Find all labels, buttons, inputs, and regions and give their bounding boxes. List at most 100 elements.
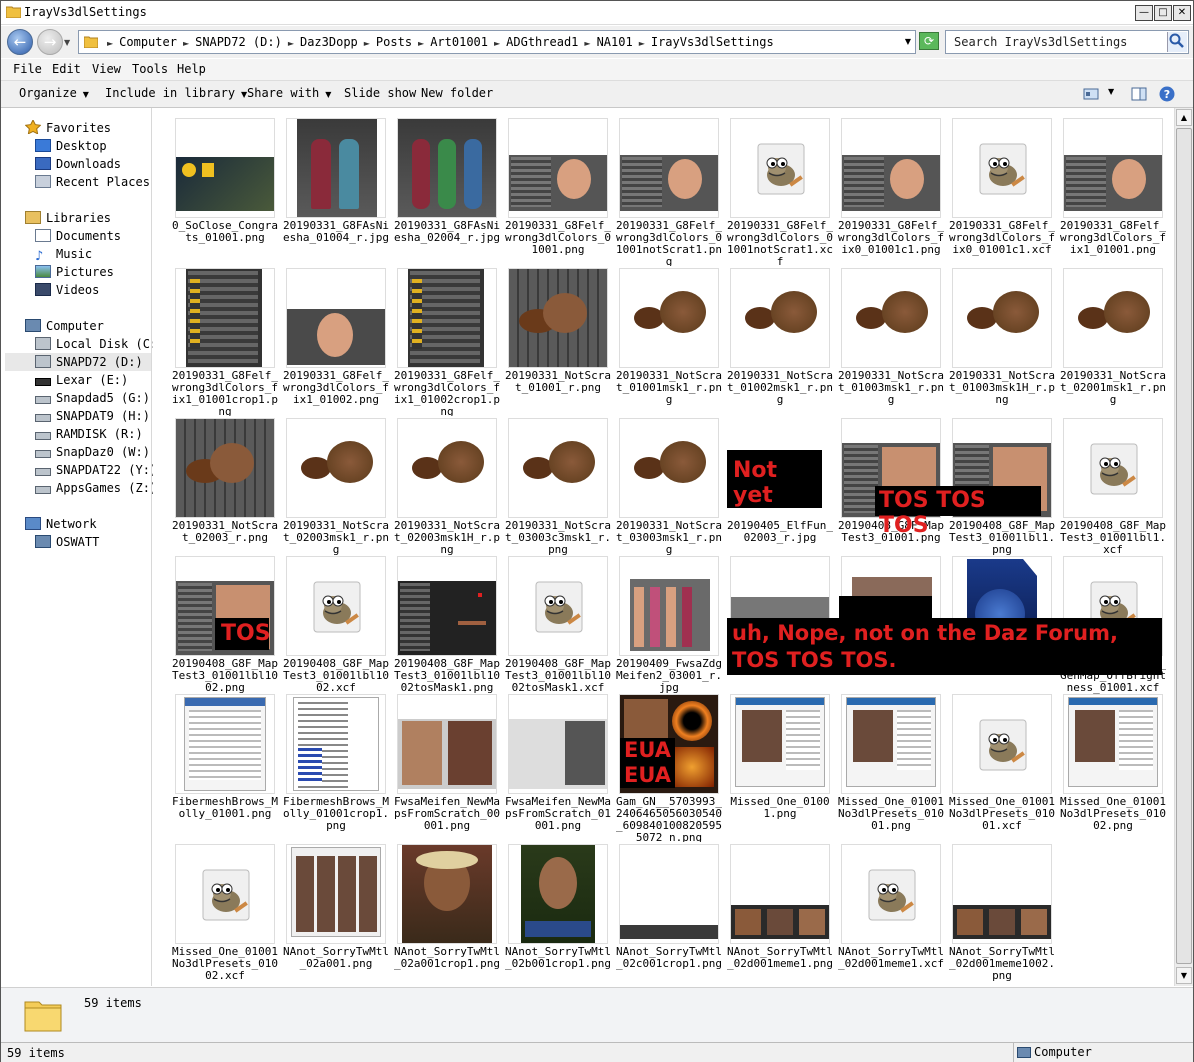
scroll-down-icon[interactable]: ▼ bbox=[1176, 967, 1192, 984]
file-item[interactable]: 20190331_G8Felf_wrong3dlColors_01001notS… bbox=[726, 118, 834, 266]
nav-favorites[interactable]: Favorites bbox=[24, 118, 111, 137]
breadcrumb-item[interactable]: NA101 bbox=[597, 35, 633, 49]
file-item[interactable]: 20190331_NotScrat_02003msk1_r.png bbox=[282, 418, 390, 566]
file-item[interactable]: 20190331_NotScrat_02003_r.png bbox=[171, 418, 279, 566]
file-item[interactable]: 20190409_FwsaZdgMeifen2_03001_r.jpg bbox=[615, 556, 723, 704]
file-item[interactable]: NAnot_SorryTwMtl_02c001crop1.png bbox=[615, 844, 723, 986]
file-item[interactable]: 20190331_NotScrat_03003c3msk1_r.png bbox=[504, 418, 612, 566]
nav-libraries[interactable]: Libraries bbox=[25, 209, 111, 227]
file-item[interactable]: Missed_One_01001No3dlPresets_01001.xcf bbox=[948, 694, 1056, 842]
file-item[interactable]: FwsaMeifen_NewMapsFromScratch_00001.png bbox=[393, 694, 501, 842]
file-item[interactable]: 0_SoClose_Congrats_01001.png bbox=[171, 118, 279, 266]
new-folder-button[interactable]: New folder bbox=[421, 86, 493, 100]
menu-view[interactable]: View bbox=[92, 62, 121, 76]
nav-desktop[interactable]: Desktop bbox=[35, 137, 107, 155]
nav-drive-c[interactable]: Local Disk (C:) bbox=[35, 335, 164, 353]
file-item[interactable]: FibermeshBrows_Molly_01001crop1.png bbox=[282, 694, 390, 842]
nav-drive-e[interactable]: Lexar (E:) bbox=[35, 371, 128, 389]
breadcrumb-separator-icon[interactable]: ► bbox=[639, 39, 645, 48]
file-item[interactable]: NAnot_SorryTwMtl_02d001meme1.png bbox=[726, 844, 834, 986]
file-item[interactable]: 20190331_NotScrat_03003msk1_r.png bbox=[615, 418, 723, 566]
file-item[interactable]: 20190331_NotScrat_01001msk1_r.png bbox=[615, 268, 723, 416]
file-item[interactable]: 20190408_G8F_MapTest3_01001lbl1002tosMas… bbox=[393, 556, 501, 704]
breadcrumb-item[interactable]: Posts bbox=[376, 35, 412, 49]
nav-pictures[interactable]: Pictures bbox=[35, 263, 114, 281]
back-button[interactable]: ← bbox=[7, 29, 33, 55]
file-item[interactable]: 20190331_G8Felf_wrong3dlColors_01001.png bbox=[504, 118, 612, 266]
menu-file[interactable]: File bbox=[13, 62, 42, 76]
breadcrumb-separator-icon[interactable]: ► bbox=[183, 39, 189, 48]
file-item[interactable]: NAnot_SorryTwMtl_02d001meme1.xcf bbox=[837, 844, 945, 986]
nav-videos[interactable]: Videos bbox=[35, 281, 99, 299]
nav-drive-h[interactable]: SNAPDAT9 (H:) bbox=[35, 407, 150, 425]
file-item[interactable]: 20190331_G8FAsNiesha_02004_r.jpg bbox=[393, 118, 501, 266]
scroll-up-icon[interactable]: ▲ bbox=[1176, 109, 1192, 126]
view-options-chevron-icon[interactable]: ▼ bbox=[1108, 87, 1114, 96]
file-item[interactable]: FibermeshBrows_Molly_01001.png bbox=[171, 694, 279, 842]
breadcrumb-separator-icon[interactable]: ► bbox=[288, 39, 294, 48]
menu-help[interactable]: Help bbox=[177, 62, 206, 76]
close-button[interactable]: ✕ bbox=[1173, 5, 1191, 21]
file-item[interactable]: NAnot_SorryTwMtl_02a001crop1.png bbox=[393, 844, 501, 986]
file-item[interactable]: 20190331_NotScrat_01003msk1_r.png bbox=[837, 268, 945, 416]
file-item[interactable]: 20190331_NotScrat_01002msk1_r.png bbox=[726, 268, 834, 416]
menu-edit[interactable]: Edit bbox=[52, 62, 81, 76]
file-item[interactable]: 20190331_G8Felf_wrong3dlColors_fix1_0100… bbox=[393, 268, 501, 416]
nav-drive-z[interactable]: AppsGames (Z:) bbox=[35, 479, 157, 497]
scroll-thumb[interactable] bbox=[1176, 128, 1192, 964]
file-item[interactable]: NAnot_SorryTwMtl_02d001meme1002.png bbox=[948, 844, 1056, 986]
maximize-button[interactable]: □ bbox=[1154, 5, 1172, 21]
breadcrumb-separator-icon[interactable]: ► bbox=[107, 39, 113, 48]
file-item[interactable]: FwsaMeifen_NewMapsFromScratch_01001.png bbox=[504, 694, 612, 842]
recent-pages-chevron-icon[interactable]: ▼ bbox=[64, 38, 70, 47]
vertical-scrollbar[interactable]: ▲ ▼ bbox=[1174, 108, 1193, 986]
file-item[interactable]: 20190331_NotScrat_01001_r.png bbox=[504, 268, 612, 416]
nav-computer[interactable]: Computer bbox=[25, 317, 104, 335]
file-item[interactable]: Missed_One_01001No3dlPresets_01001.png bbox=[837, 694, 945, 842]
nav-music[interactable]: ♪ Music bbox=[35, 245, 92, 263]
breadcrumb-item[interactable]: Art01001 bbox=[430, 35, 488, 49]
slide-show-button[interactable]: Slide show bbox=[344, 86, 416, 100]
file-item[interactable]: 20190331_G8Felf_wrong3dlColors_fix1_0100… bbox=[282, 268, 390, 416]
breadcrumb-item[interactable]: ADGthread1 bbox=[506, 35, 578, 49]
nav-drive-r[interactable]: RAMDISK (R:) bbox=[35, 425, 143, 443]
file-item[interactable]: 20190331_NotScrat_02001msk1_r.png bbox=[1059, 268, 1167, 416]
share-with-button[interactable]: Share with ▼ bbox=[247, 86, 331, 100]
nav-drive-w[interactable]: SnapDaz0 (W:) bbox=[35, 443, 150, 461]
forward-button[interactable]: → bbox=[37, 29, 63, 55]
file-item[interactable]: 20190408_G8F_MapTest3_01001lbl1.xcf bbox=[1059, 418, 1167, 566]
help-icon[interactable]: ? bbox=[1159, 86, 1175, 102]
change-view-icon[interactable] bbox=[1083, 86, 1099, 102]
breadcrumb-separator-icon[interactable]: ► bbox=[584, 39, 590, 48]
search-icon[interactable] bbox=[1167, 32, 1187, 52]
nav-recent-places[interactable]: Recent Places bbox=[35, 173, 150, 191]
file-item[interactable]: Missed_One_01001No3dlPresets_01002.png bbox=[1059, 694, 1167, 842]
file-item[interactable]: 20190331_G8FAsNiesha_01004_r.jpg bbox=[282, 118, 390, 266]
refresh-button[interactable]: ⟳ bbox=[919, 32, 939, 50]
breadcrumb-item[interactable]: Daz3Dopp bbox=[300, 35, 358, 49]
address-dropdown-chevron-icon[interactable]: ▼ bbox=[905, 37, 911, 46]
breadcrumb-separator-icon[interactable]: ► bbox=[418, 39, 424, 48]
breadcrumb-separator-icon[interactable]: ► bbox=[364, 39, 370, 48]
file-item[interactable]: 20190331_G8Felf_wrong3dlColors_01001notS… bbox=[615, 118, 723, 266]
preview-pane-icon[interactable] bbox=[1131, 86, 1147, 102]
nav-documents[interactable]: Documents bbox=[35, 227, 121, 245]
file-item[interactable]: 20190331_G8Felf_wrong3dlColors_fix0_0100… bbox=[837, 118, 945, 266]
file-item[interactable]: 20190331_G8Felf_wrong3dlColors_fix0_0100… bbox=[948, 118, 1056, 266]
file-item[interactable]: NAnot_SorryTwMtl_02a001.png bbox=[282, 844, 390, 986]
breadcrumb-item[interactable]: IrayVs3dlSettings bbox=[651, 35, 774, 49]
nav-drive-g[interactable]: Snapdad5 (G:) bbox=[35, 389, 150, 407]
nav-network[interactable]: Network bbox=[25, 515, 97, 533]
file-item[interactable]: 20190331_G8Felf_wrong3dlColors_fix1_0100… bbox=[171, 268, 279, 416]
address-bar[interactable]: ► Computer ► SNAPD72 (D:) ► Daz3Dopp ► Posts ► Ar… bbox=[78, 30, 916, 54]
search-input[interactable]: Search IrayVs3dlSettings bbox=[945, 30, 1189, 54]
minimize-button[interactable]: — bbox=[1135, 5, 1153, 21]
nav-drive-d-selected[interactable]: SNAPD72 (D:) bbox=[5, 353, 151, 371]
nav-oswatt[interactable]: OSWATT bbox=[35, 533, 99, 551]
file-item[interactable]: NAnot_SorryTwMtl_02b001crop1.png bbox=[504, 844, 612, 986]
menu-tools[interactable]: Tools bbox=[132, 62, 168, 76]
nav-drive-y[interactable]: SNAPDAT22 (Y:) bbox=[35, 461, 157, 479]
organize-button[interactable]: Organize ▼ bbox=[19, 86, 89, 100]
breadcrumb-item[interactable]: Computer bbox=[119, 35, 177, 49]
breadcrumb-separator-icon[interactable]: ► bbox=[494, 39, 500, 48]
